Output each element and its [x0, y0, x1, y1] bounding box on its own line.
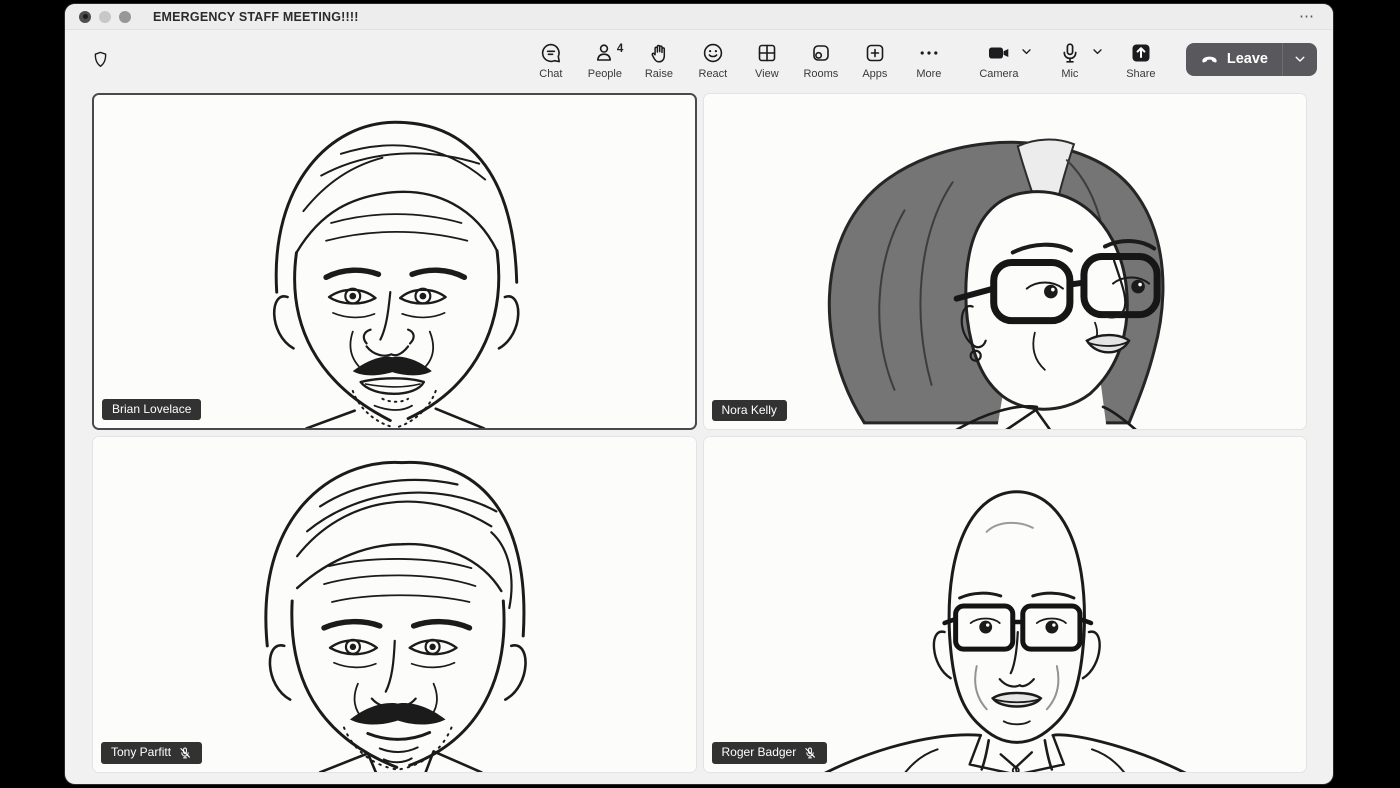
- meeting-toolbar: Chat 4 People Raise: [65, 30, 1333, 88]
- name-tag-roger: Roger Badger: [712, 742, 828, 764]
- camera-icon: [986, 41, 1012, 65]
- minimize-window-button[interactable]: [99, 11, 111, 23]
- participant-portrait-roger: [704, 437, 1307, 772]
- microphone-icon: [1058, 41, 1082, 65]
- raise-hand-button[interactable]: Raise: [632, 39, 686, 80]
- apps-button[interactable]: Apps: [848, 39, 902, 80]
- chat-bubble-icon: [539, 41, 563, 65]
- more-button[interactable]: More: [902, 39, 956, 80]
- mic-options-chevron[interactable]: [1091, 39, 1108, 63]
- rooms-button[interactable]: Rooms: [794, 39, 848, 80]
- toolbar-main-group: Chat 4 People Raise: [524, 39, 956, 80]
- phone-hangup-icon: [1200, 52, 1219, 66]
- view-grid-icon: [755, 41, 779, 65]
- security-shield-button[interactable]: [91, 49, 121, 70]
- raise-hand-icon: [647, 41, 671, 65]
- people-count-badge: 4: [617, 43, 623, 55]
- traffic-lights: [79, 11, 131, 23]
- chat-label: Chat: [539, 68, 562, 80]
- camera-button[interactable]: Camera: [974, 39, 1024, 80]
- close-window-button[interactable]: [79, 11, 91, 23]
- window-title: EMERGENCY STAFF MEETING!!!!: [153, 10, 359, 24]
- leave-label: Leave: [1227, 51, 1268, 67]
- name-tag-nora: Nora Kelly: [712, 400, 787, 421]
- camera-label: Camera: [979, 68, 1018, 80]
- camera-options-chevron[interactable]: [1020, 39, 1037, 63]
- people-button[interactable]: 4 People: [578, 39, 632, 80]
- more-dots-icon: [917, 41, 941, 65]
- rooms-label: Rooms: [803, 68, 838, 80]
- title-bar: EMERGENCY STAFF MEETING!!!! ⋯: [65, 4, 1333, 30]
- people-icon-wrap: 4: [593, 41, 617, 65]
- name-tag-brian: Brian Lovelace: [102, 399, 201, 420]
- video-tile-nora-kelly[interactable]: Nora Kelly: [703, 93, 1308, 430]
- participant-portrait-brian: [94, 95, 695, 428]
- chevron-down-icon: [1091, 45, 1104, 58]
- chevron-down-icon: [1293, 52, 1307, 66]
- participant-portrait-nora: [704, 94, 1307, 429]
- participant-portrait-tony: [93, 437, 696, 772]
- window-overflow-menu[interactable]: ⋯: [1295, 12, 1319, 22]
- mic-label: Mic: [1061, 68, 1078, 80]
- view-button[interactable]: View: [740, 39, 794, 80]
- leave-options-chevron[interactable]: [1283, 43, 1317, 76]
- people-icon: [593, 41, 617, 65]
- maximize-window-button[interactable]: [119, 11, 131, 23]
- apps-plus-icon: [863, 41, 887, 65]
- view-label: View: [755, 68, 779, 80]
- more-label: More: [916, 68, 941, 80]
- apps-label: Apps: [862, 68, 887, 80]
- mic-button[interactable]: Mic: [1045, 39, 1095, 80]
- video-tile-brian-lovelace[interactable]: Brian Lovelace: [92, 93, 697, 430]
- shield-icon: [91, 49, 110, 70]
- react-label: React: [699, 68, 728, 80]
- leave-button[interactable]: Leave: [1186, 43, 1317, 76]
- participant-name: Roger Badger: [722, 746, 797, 759]
- share-button[interactable]: Share: [1116, 39, 1166, 80]
- share-screen-icon: [1129, 41, 1153, 65]
- leave-main[interactable]: Leave: [1186, 43, 1282, 76]
- video-tile-tony-parfitt[interactable]: Tony Parfitt: [92, 436, 697, 773]
- toolbar-av-group: Camera Mic: [974, 39, 1166, 80]
- video-tile-roger-badger[interactable]: Roger Badger: [703, 436, 1308, 773]
- participant-name: Tony Parfitt: [111, 746, 171, 759]
- chevron-down-icon: [1020, 45, 1033, 58]
- mic-muted-icon: [803, 746, 817, 760]
- participant-name: Nora Kelly: [722, 404, 777, 417]
- people-label: People: [588, 68, 622, 80]
- share-label: Share: [1126, 68, 1155, 80]
- name-tag-tony: Tony Parfitt: [101, 742, 202, 764]
- rooms-icon: [809, 41, 833, 65]
- meeting-window: EMERGENCY STAFF MEETING!!!! ⋯ Chat: [65, 4, 1333, 784]
- react-smiley-icon: [701, 41, 725, 65]
- raise-label: Raise: [645, 68, 673, 80]
- video-grid: Brian Lovelace: [65, 88, 1333, 784]
- react-button[interactable]: React: [686, 39, 740, 80]
- chat-button[interactable]: Chat: [524, 39, 578, 80]
- participant-name: Brian Lovelace: [112, 403, 191, 416]
- mic-muted-icon: [178, 746, 192, 760]
